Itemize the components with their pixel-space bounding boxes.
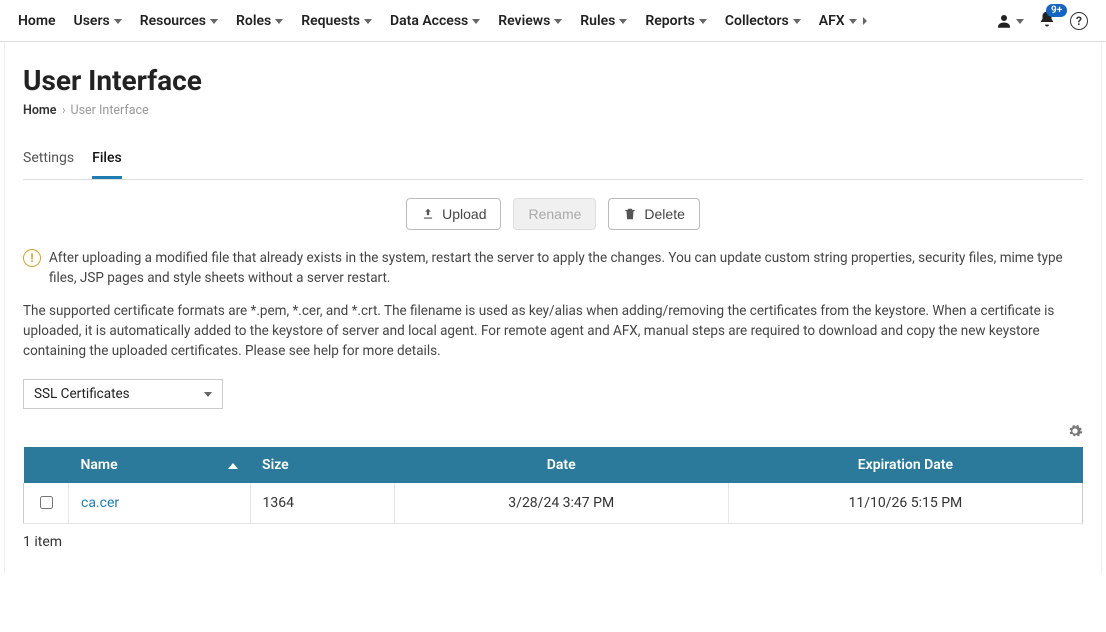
upload-button[interactable]: Upload	[406, 198, 501, 230]
nav-item-roles[interactable]: Roles	[236, 13, 283, 29]
caret-down-icon	[619, 19, 627, 24]
breadcrumb-current: User Interface	[71, 103, 149, 118]
nav-item-requests[interactable]: Requests	[301, 13, 372, 29]
user-menu[interactable]	[995, 12, 1024, 30]
breadcrumb-home[interactable]: Home	[23, 103, 57, 118]
caret-down-icon	[699, 19, 707, 24]
chevron-right-icon	[863, 17, 867, 25]
table-row: ca.cer 13643/28/24 3:47 PM11/10/26 5:15 P…	[24, 483, 1083, 524]
nav-item-users[interactable]: Users	[74, 13, 122, 29]
nav-item-afx[interactable]: AFX	[819, 13, 867, 29]
file-date: 3/28/24 3:47 PM	[394, 483, 728, 524]
chevron-right-icon: ›	[62, 103, 64, 118]
upload-icon	[421, 207, 435, 221]
item-count: 1 item	[23, 534, 1083, 550]
col-checkbox	[24, 447, 69, 483]
cert-info-text: The supported certificate formats are *.…	[23, 301, 1083, 362]
tab-settings[interactable]: Settings	[23, 144, 74, 179]
tab-files[interactable]: Files	[92, 144, 122, 179]
caret-down-icon	[793, 19, 801, 24]
trash-icon	[623, 207, 637, 221]
caret-down-icon	[849, 19, 857, 24]
row-checkbox[interactable]	[40, 496, 53, 509]
tabs: Settings Files	[23, 144, 1083, 180]
caret-down-icon	[1016, 19, 1024, 24]
nav-item-reports[interactable]: Reports	[645, 13, 707, 29]
nav-item-resources[interactable]: Resources	[140, 13, 218, 29]
file-type-select[interactable]: SSL Certificates	[23, 379, 223, 409]
nav-item-data-access[interactable]: Data Access	[390, 13, 480, 29]
warning-icon: !	[23, 249, 41, 267]
warning-text: After uploading a modified file that alr…	[49, 248, 1083, 289]
breadcrumb: Home › User Interface	[23, 103, 1083, 118]
caret-down-icon	[554, 19, 562, 24]
nav-item-collectors[interactable]: Collectors	[725, 13, 801, 29]
col-date[interactable]: Date	[394, 447, 728, 483]
notifications-button[interactable]: 9+	[1038, 10, 1056, 32]
nav-item-rules[interactable]: Rules	[580, 13, 627, 29]
files-table: Name Size Date Expiration Date ca.cer 136…	[23, 447, 1083, 524]
sort-asc-icon	[228, 463, 238, 469]
caret-down-icon	[204, 392, 212, 397]
caret-down-icon	[472, 19, 480, 24]
caret-down-icon	[275, 19, 283, 24]
top-navigation: Home Users Resources Roles Requests Data Acce…	[0, 0, 1106, 42]
file-link[interactable]: ca.cer	[81, 495, 119, 511]
delete-button[interactable]: Delete	[608, 198, 699, 230]
caret-down-icon	[210, 19, 218, 24]
user-icon	[995, 12, 1013, 30]
notification-badge: 9+	[1046, 4, 1067, 17]
col-name[interactable]: Name	[69, 447, 251, 483]
caret-down-icon	[364, 19, 372, 24]
nav-item-home[interactable]: Home	[18, 13, 56, 29]
rename-button: Rename	[513, 198, 596, 230]
file-size: 1364	[250, 483, 394, 524]
file-expiration: 11/10/26 5:15 PM	[728, 483, 1082, 524]
page-title: User Interface	[23, 64, 1083, 97]
help-icon[interactable]: ?	[1070, 12, 1088, 30]
gear-icon[interactable]	[1067, 423, 1083, 443]
nav-item-reviews[interactable]: Reviews	[498, 13, 562, 29]
caret-down-icon	[114, 19, 122, 24]
col-size[interactable]: Size	[250, 447, 394, 483]
col-expiration[interactable]: Expiration Date	[728, 447, 1082, 483]
